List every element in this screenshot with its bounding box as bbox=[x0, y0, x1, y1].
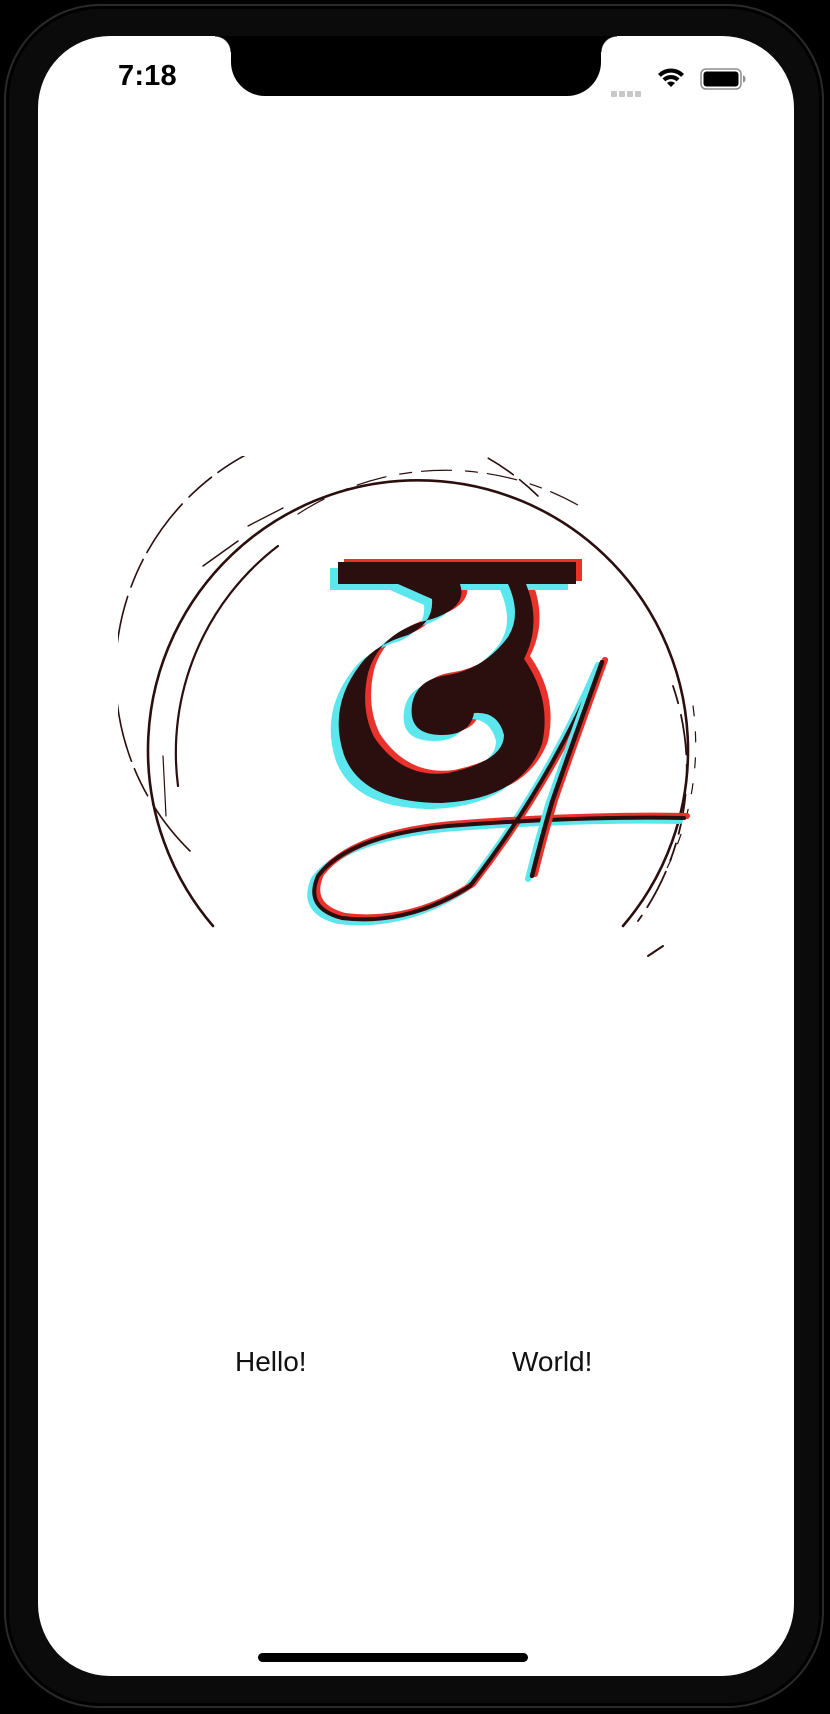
device-frame: 7:18 Hello! World! bbox=[0, 0, 830, 1714]
hello-label: Hello! bbox=[235, 1346, 307, 1377]
home-indicator[interactable] bbox=[258, 1653, 528, 1662]
app-screen: 7:18 Hello! World! bbox=[38, 36, 794, 1676]
battery-icon bbox=[700, 68, 746, 90]
wifi-icon bbox=[658, 68, 684, 87]
status-time: 7:18 bbox=[118, 60, 177, 92]
world-label: World! bbox=[512, 1346, 593, 1377]
device-notch bbox=[215, 36, 617, 96]
signal-icon bbox=[611, 84, 645, 97]
monogram-logo-icon bbox=[118, 456, 697, 957]
